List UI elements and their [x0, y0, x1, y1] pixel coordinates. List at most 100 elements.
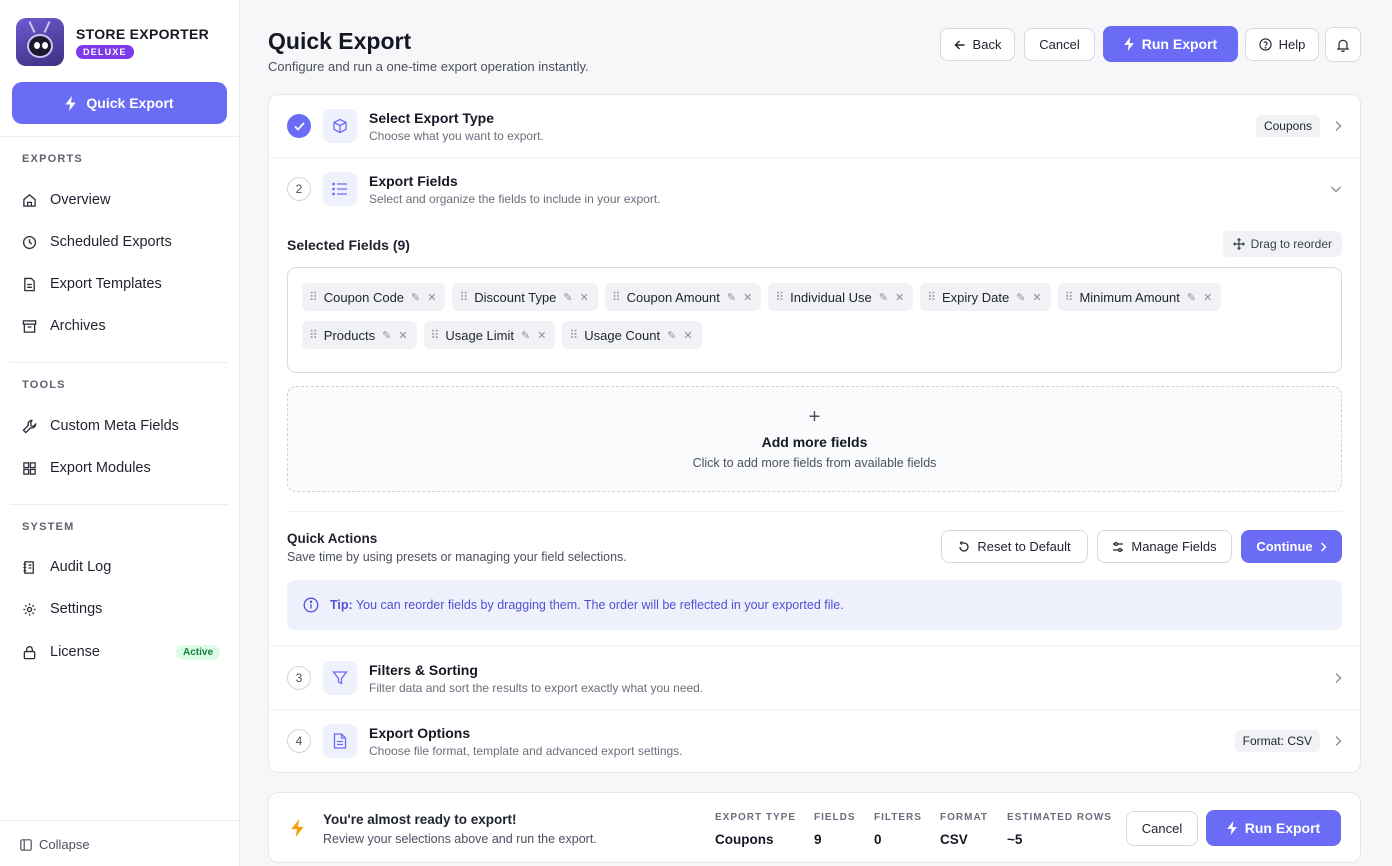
home-icon — [23, 193, 36, 207]
field-chip[interactable]: ⠿ Usage Count ✎ ✕ — [562, 321, 702, 349]
summary-description: Review your selections above and run the… — [323, 832, 597, 846]
run-export-button[interactable]: Run Export — [1103, 26, 1238, 62]
summary-cancel-button[interactable]: Cancel — [1126, 811, 1198, 846]
field-chip-label: Discount Type — [474, 289, 557, 305]
cancel-label: Cancel — [1141, 821, 1183, 836]
drag-handle-icon[interactable]: ⠿ — [459, 290, 468, 304]
section-tools: TOOLS — [22, 379, 66, 391]
remove-x-icon[interactable]: ✕ — [743, 291, 752, 304]
remove-x-icon[interactable]: ✕ — [1203, 291, 1212, 304]
drag-to-reorder-button[interactable]: Drag to reorder — [1222, 231, 1342, 257]
help-button[interactable]: Help — [1245, 28, 1319, 61]
step-export-fields[interactable]: 2 Export Fields Select and organize the … — [287, 165, 1342, 213]
summary-run-export-button[interactable]: Run Export — [1206, 810, 1341, 846]
remove-x-icon[interactable]: ✕ — [683, 329, 692, 342]
step-title: Export Options — [369, 724, 471, 741]
edit-pencil-icon[interactable]: ✎ — [1016, 291, 1025, 304]
field-chip[interactable]: ⠿ Coupon Code ✎ ✕ — [302, 283, 446, 311]
notifications-button[interactable] — [1325, 27, 1361, 62]
field-chip[interactable]: ⠿ Discount Type ✎ ✕ — [452, 283, 598, 311]
edit-pencil-icon[interactable]: ✎ — [382, 329, 391, 342]
brand: STORE EXPORTER DELUXE — [16, 18, 209, 66]
drag-handle-icon[interactable]: ⠿ — [569, 328, 578, 342]
step-title: Export Fields — [369, 172, 458, 189]
step-number: 2 — [287, 177, 311, 201]
collapse-button[interactable]: Collapse — [20, 837, 90, 852]
remove-x-icon[interactable]: ✕ — [580, 291, 589, 304]
remove-x-icon[interactable]: ✕ — [1032, 291, 1041, 304]
brand-badge: DELUXE — [76, 44, 134, 59]
drag-handle-icon[interactable]: ⠿ — [1065, 290, 1074, 304]
field-chip[interactable]: ⠿ Minimum Amount ✎ ✕ — [1057, 283, 1222, 311]
page-title: Quick Export — [268, 28, 412, 54]
continue-button[interactable]: Continue — [1241, 530, 1342, 563]
sidebar-item-overview[interactable]: Overview — [22, 188, 220, 212]
sidebar-item-scheduled-exports[interactable]: Scheduled Exports — [22, 230, 220, 254]
drag-handle-icon[interactable]: ⠿ — [309, 290, 318, 304]
edit-pencil-icon[interactable]: ✎ — [727, 291, 736, 304]
sidebar-item-label: Settings — [50, 601, 103, 617]
sidebar-item-export-templates[interactable]: Export Templates — [22, 272, 220, 296]
field-chip[interactable]: ⠿ Individual Use ✎ ✕ — [768, 283, 914, 311]
sidebar-item-settings[interactable]: Settings — [22, 597, 220, 621]
sidebar-item-export-modules[interactable]: Export Modules — [22, 456, 220, 480]
remove-x-icon[interactable]: ✕ — [427, 291, 436, 304]
format-tag: Format: CSV — [1234, 730, 1320, 752]
drag-handle-icon[interactable]: ⠿ — [612, 290, 621, 304]
sidebar-item-label: Export Modules — [50, 460, 151, 476]
step-filters-sorting[interactable]: 3 Filters & Sorting Filter data and sort… — [287, 654, 1342, 702]
step-export-options[interactable]: 4 Export Options Choose file format, tem… — [287, 717, 1342, 765]
quick-actions-title: Quick Actions — [287, 531, 378, 546]
help-circle-icon — [1258, 38, 1272, 51]
quick-export-button[interactable]: Quick Export — [12, 82, 227, 124]
manage-fields-button[interactable]: Manage Fields — [1097, 530, 1232, 563]
edit-pencil-icon[interactable]: ✎ — [667, 329, 676, 342]
edit-pencil-icon[interactable]: ✎ — [563, 291, 572, 304]
edit-pencil-icon[interactable]: ✎ — [1187, 291, 1196, 304]
stat-export-type: EXPORT TYPE Coupons — [715, 812, 796, 847]
quick-actions-description: Save time by using presets or managing y… — [287, 550, 627, 564]
edit-pencil-icon[interactable]: ✎ — [879, 291, 888, 304]
edit-pencil-icon[interactable]: ✎ — [521, 329, 530, 342]
step-description: Filter data and sort the results to expo… — [369, 680, 704, 695]
info-icon — [303, 597, 319, 613]
reset-to-default-button[interactable]: Reset to Default — [941, 530, 1088, 563]
remove-x-icon[interactable]: ✕ — [398, 329, 407, 342]
edit-pencil-icon[interactable]: ✎ — [411, 291, 420, 304]
step-select-export-type[interactable]: Select Export Type Choose what you want … — [287, 102, 1342, 150]
sidebar-item-custom-meta-fields[interactable]: Custom Meta Fields — [22, 414, 220, 438]
chevron-right-icon — [1335, 673, 1342, 683]
run-export-label: Run Export — [1141, 36, 1218, 52]
page-subtitle: Configure and run a one-time export oper… — [268, 59, 589, 74]
field-chip[interactable]: ⠿ Expiry Date ✎ ✕ — [920, 283, 1051, 311]
drag-handle-icon[interactable]: ⠿ — [431, 328, 440, 342]
remove-x-icon[interactable]: ✕ — [537, 329, 546, 342]
add-more-fields-dropzone[interactable]: + Add more fields Click to add more fiel… — [287, 386, 1342, 492]
step-number: 4 — [287, 729, 311, 753]
field-chip-label: Usage Limit — [445, 327, 514, 343]
add-more-fields-title: Add more fields — [761, 434, 868, 450]
sidebar-item-license[interactable]: License Active — [22, 640, 220, 664]
bolt-icon — [291, 819, 304, 837]
log-icon — [23, 560, 34, 574]
quick-export-label: Quick Export — [86, 95, 174, 111]
continue-label: Continue — [1256, 539, 1313, 554]
row-divider — [269, 709, 1360, 710]
sidebar-item-audit-log[interactable]: Audit Log — [22, 555, 220, 579]
cancel-button[interactable]: Cancel — [1024, 28, 1095, 61]
drag-handle-icon[interactable]: ⠿ — [927, 290, 936, 304]
sidebar-item-archives[interactable]: Archives — [22, 314, 220, 338]
drag-handle-icon[interactable]: ⠿ — [309, 328, 318, 342]
field-chip[interactable]: ⠿ Usage Limit ✎ ✕ — [423, 321, 556, 349]
stat-label: FIELDS — [814, 812, 856, 823]
drag-handle-icon[interactable]: ⠿ — [775, 290, 784, 304]
back-button[interactable]: Back — [940, 28, 1015, 61]
stat-label: ESTIMATED ROWS — [1007, 812, 1112, 823]
field-chip[interactable]: ⠿ Coupon Amount ✎ ✕ — [604, 283, 762, 311]
file-text-icon — [323, 724, 357, 758]
lock-icon — [23, 645, 36, 659]
remove-x-icon[interactable]: ✕ — [895, 291, 904, 304]
drag-to-reorder-label: Drag to reorder — [1250, 237, 1332, 251]
field-chip[interactable]: ⠿ Products ✎ ✕ — [302, 321, 417, 349]
license-status-badge: Active — [175, 644, 220, 660]
